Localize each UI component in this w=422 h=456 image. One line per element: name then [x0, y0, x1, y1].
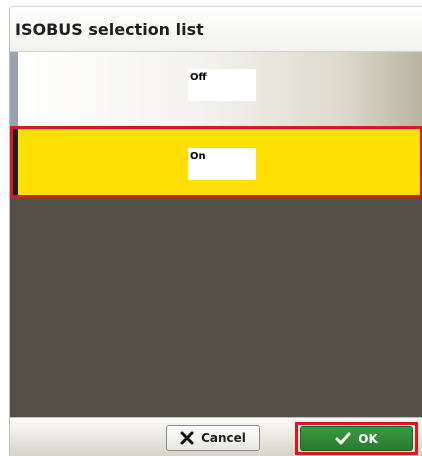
value-box-on: On: [188, 148, 256, 180]
ok-button[interactable]: OK: [300, 426, 413, 451]
selected-indicator: [13, 129, 18, 195]
value-box-off: Off: [188, 69, 256, 101]
cancel-button-label: Cancel: [201, 431, 246, 445]
x-icon: [180, 431, 194, 445]
dialog-title: ISOBUS selection list: [15, 20, 204, 39]
ok-button-label: OK: [358, 431, 378, 446]
list-item-on[interactable]: On: [10, 126, 422, 198]
list-item-label-on: On: [190, 151, 206, 162]
isobus-selection-dialog: ISOBUS selection list Off On Cancel OK: [9, 6, 422, 456]
selection-list: Off On: [10, 52, 422, 417]
title-bar: ISOBUS selection list: [10, 7, 422, 52]
list-item-off[interactable]: Off: [10, 52, 422, 126]
list-item-label-off: Off: [190, 72, 207, 83]
list-item-indicator: [10, 52, 18, 126]
checkmark-icon: [335, 432, 351, 446]
dialog-button-bar: Cancel OK: [10, 417, 422, 456]
cancel-button[interactable]: Cancel: [166, 425, 260, 451]
